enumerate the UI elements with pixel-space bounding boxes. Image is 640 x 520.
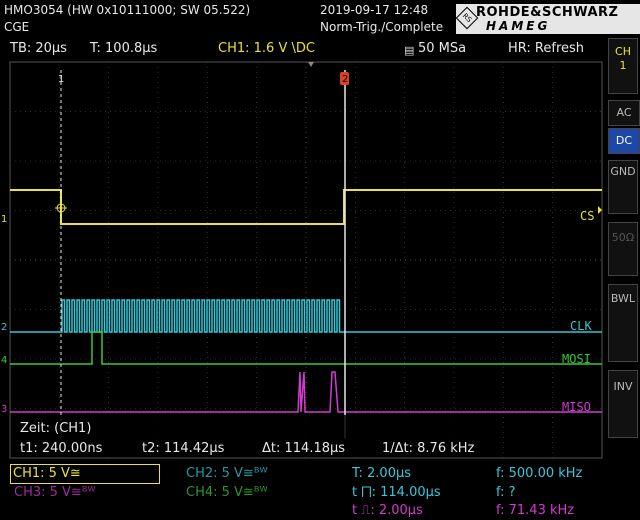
ch3-setting[interactable]: CH3: 5 V≅ᴮᵂ xyxy=(14,485,96,500)
cursor-1-marker[interactable]: 1 xyxy=(58,74,64,85)
channel-side-menu: CH 1 AC DC GND 50Ω BWL INV xyxy=(608,38,640,480)
scope-screen[interactable]: 1 2 1 2 4 3 CS CLK MOSI MISO Zeit: (CH1)… xyxy=(0,60,606,460)
device-info: HMO3054 (HW 0x10111000; SW 05.522) xyxy=(4,3,251,17)
frequency-2: f: ? xyxy=(496,485,516,500)
trigger-status: Norm-Trig./Complete xyxy=(320,20,444,34)
sample-rate-icon: ▤ xyxy=(404,44,415,57)
brand-seal-icon: RS xyxy=(455,6,479,30)
cursor-t1: t1: 240.00ns xyxy=(20,441,103,456)
ch3-marker[interactable]: 3 xyxy=(1,404,7,415)
high-time-value: t ⨅: 114.00µs xyxy=(352,485,441,500)
brand-logo: RS ROHDE&SCHWARZ HAMEG xyxy=(455,4,640,34)
title-bar: HMO3054 (HW 0x10111000; SW 05.522) CGE 2… xyxy=(0,0,640,38)
side-channel-title: CH 1 xyxy=(608,38,638,94)
ch2-setting[interactable]: CH2: 5 V≅ᴮᵂ xyxy=(186,466,268,481)
frequency-1: f: 500.00 kHz xyxy=(496,466,583,481)
datetime: 2019-09-17 12:48 xyxy=(320,3,429,17)
sample-rate[interactable]: 50 MSa xyxy=(418,41,466,56)
coupling-dc-button[interactable]: DC xyxy=(608,128,640,154)
timebase[interactable]: TB: 20µs xyxy=(10,41,67,56)
cursor-dt: Δt: 114.18µs xyxy=(262,441,345,456)
status-bar: TB: 20µs T: 100.8µs CH1: 1.6 V \DC ▤ 50 … xyxy=(0,38,640,60)
ch2-marker[interactable]: 2 xyxy=(1,322,7,333)
cursor-2-marker: 2 xyxy=(342,74,348,85)
cursor-panel-title: Zeit: (CH1) xyxy=(20,421,91,436)
cursor-inv-dt: 1/Δt: 8.76 kHz xyxy=(382,441,475,456)
brand-name: ROHDE&SCHWARZ xyxy=(476,5,619,20)
coupling-ac-button[interactable]: AC xyxy=(608,100,640,126)
coupling-gnd-button[interactable]: GND xyxy=(608,160,638,214)
ch4-setting[interactable]: CH4: 5 V≅ᴮᵂ xyxy=(186,485,268,500)
ch3-label: MISO xyxy=(562,400,591,414)
frequency-3: f: 71.43 kHz xyxy=(496,503,575,518)
ch1-label: CS xyxy=(580,209,594,223)
trigger-source[interactable]: CH1: 1.6 V \DC xyxy=(218,41,315,56)
ch4-label: MOSI xyxy=(562,352,591,366)
brand-sub: HAMEG xyxy=(486,19,551,33)
trigger-position[interactable]: T: 100.8µs xyxy=(90,41,157,56)
bottom-bar: CH1: 5 V≅ CH2: 5 V≅ᴮᵂ CH3: 5 V≅ᴮᵂ CH4: 5… xyxy=(0,460,640,520)
cursor-t2: t2: 114.42µs xyxy=(142,441,225,456)
ch1-marker[interactable]: 1 xyxy=(1,214,7,225)
invert-button[interactable]: INV xyxy=(608,370,638,438)
device-sub: CGE xyxy=(4,20,30,34)
ch4-marker[interactable]: 4 xyxy=(1,355,7,366)
ch1-setting[interactable]: CH1: 5 V≅ xyxy=(10,464,160,484)
impedance-50ohm-button[interactable]: 50Ω xyxy=(608,222,638,276)
period-value: T: 2.00µs xyxy=(352,466,412,481)
low-time-value: t ⎍: 2.00µs xyxy=(352,503,423,518)
bwl-button[interactable]: BWL xyxy=(608,284,638,362)
ch2-label: CLK xyxy=(570,319,592,333)
hr-mode[interactable]: HR: Refresh xyxy=(508,41,584,56)
